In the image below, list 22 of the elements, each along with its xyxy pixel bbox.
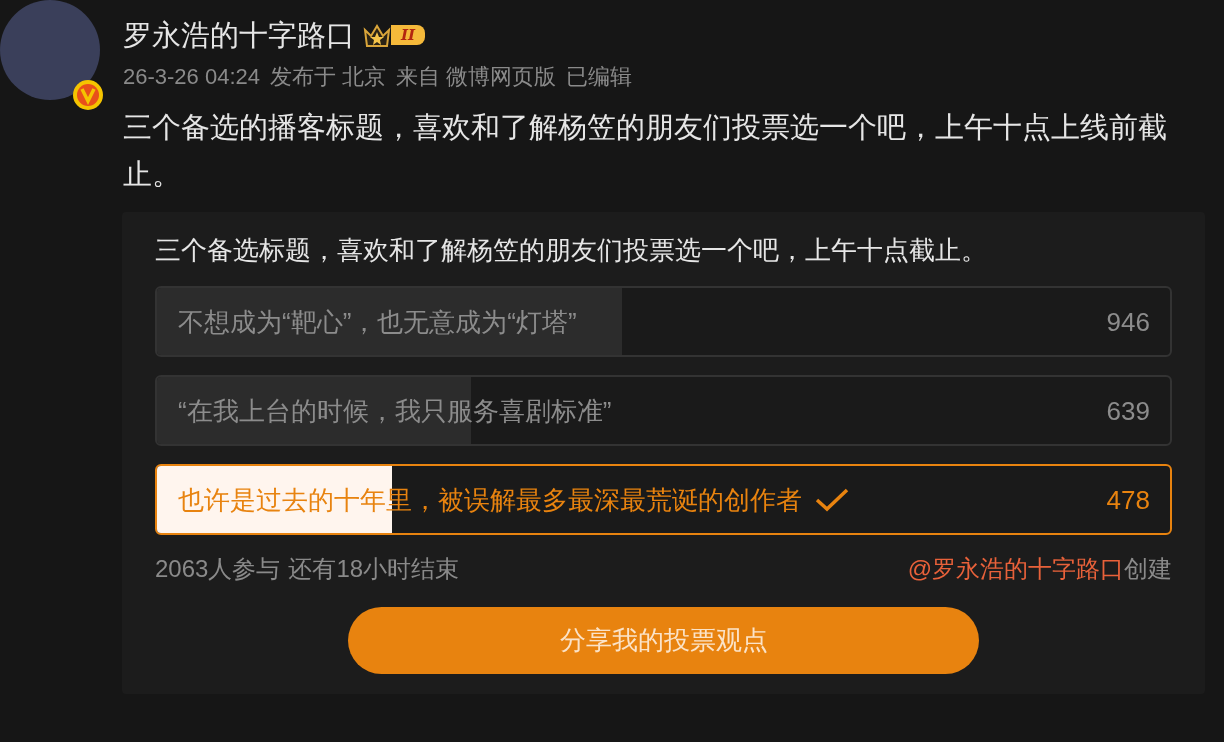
post-location: 发布于 北京 [270,63,387,91]
crown-icon [363,22,391,48]
check-icon [814,486,850,513]
poll-title: 三个备选标题，喜欢和了解杨笠的朋友们投票选一个吧，上午十点截止。 [155,234,988,266]
avatar-photo-placeholder[interactable] [0,0,100,100]
creator-link[interactable]: @罗永浩的十字路口 [907,551,1124,587]
post-text: 三个备选的播客标题，喜欢和了解杨笠的朋友们投票选一个吧，上午十点上线前截止。 [123,110,1168,192]
level-tag: II [391,25,426,45]
vote-count: 639 [1106,397,1150,424]
poll-option[interactable]: “在我上台的时候，我只服务喜剧标准” 639 [155,375,1172,446]
vote-count: 946 [1106,308,1150,335]
poll-option[interactable]: 不想成为“靶心”，也无意成为“灯塔” 946 [155,286,1172,357]
participant-count: 2063人参与 [155,554,281,584]
created-label: 创建 [1124,554,1172,584]
author-name[interactable]: 罗永浩的十字路口 [123,20,355,50]
post-source: 来自 微博网页版 [396,63,557,91]
edited-label[interactable]: 已编辑 [566,62,633,92]
option-label: “在我上台的时候，我只服务喜剧标准” [178,397,612,424]
vote-count: 478 [1106,486,1150,513]
option-label: 不想成为“靶心”，也无意成为“灯塔” [178,308,577,335]
post-time[interactable]: 26-3-26 04:24 [123,62,260,92]
time-remaining: 还有18小时结束 [288,554,460,584]
